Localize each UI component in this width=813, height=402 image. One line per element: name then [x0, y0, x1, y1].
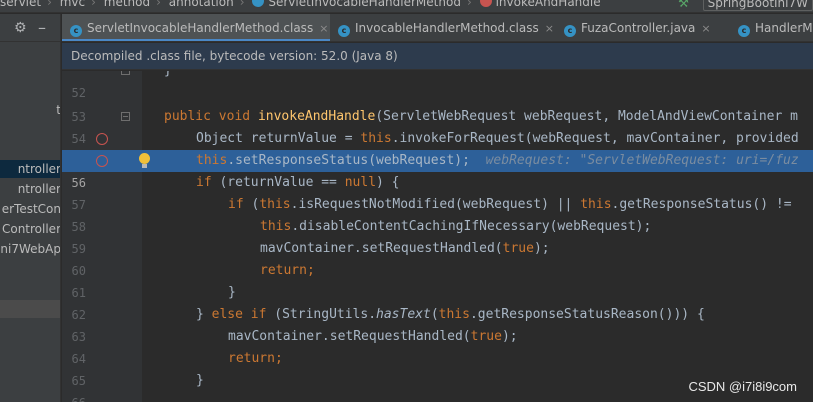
code-line[interactable]: 63 } else if (StringUtils.hasText(this.g…: [62, 304, 813, 344]
project-tree-item[interactable]: Controller: [0, 220, 60, 238]
gear-icon[interactable]: ⚙: [14, 20, 27, 36]
divider: [0, 41, 60, 42]
class-icon: c: [338, 25, 350, 37]
close-icon[interactable]: ×: [319, 22, 328, 35]
code-line[interactable]: 55 Object returnValue = this.invokeForRe…: [62, 128, 813, 168]
editor-tabs: c ServletInvocableHandlerMethod.class × cI…: [62, 14, 813, 42]
breadcrumb-item[interactable]: mvc: [60, 0, 85, 9]
tab-fuza-controller[interactable]: c FuzaController.java ×: [556, 14, 730, 41]
breadcrumb-item[interactable]: method: [104, 0, 150, 9]
tab-label: InvocableHandlerMethod.class: [355, 21, 539, 35]
project-tree-item[interactable]: [0, 300, 60, 318]
close-icon[interactable]: ×: [545, 22, 554, 35]
code-line[interactable]: 60 mavContainer.setRequestHandled(true);: [62, 238, 813, 278]
breadcrumb-item[interactable]: ServletInvocableHandlerMethod: [268, 0, 461, 9]
project-tree-item[interactable]: ini7WebAp: [0, 240, 60, 258]
breadcrumb-item[interactable]: invokeAndHandle: [496, 0, 601, 9]
run-config-select[interactable]: SpringBootIni7W: [702, 0, 813, 11]
current-execution-line[interactable]: 56 this.setResponseStatus(webRequest); w…: [62, 150, 813, 190]
class-icon: c: [70, 25, 82, 37]
code-line[interactable]: 53: [62, 84, 813, 124]
tab-handler-method[interactable]: c HandlerMet: [730, 14, 813, 41]
code-editor[interactable]: 52 } 53 54 public void invokeAndHandle(S…: [62, 71, 813, 402]
class-icon: c: [738, 25, 750, 37]
code-line[interactable]: 65 return;: [62, 348, 813, 388]
tab-invocable-handler-method[interactable]: c InvocableHandlerMethod.class ×: [330, 14, 556, 41]
watermark: CSDN @i7i8i9com: [688, 379, 797, 394]
collapse-icon[interactable]: –: [38, 18, 46, 37]
class-icon: c: [564, 25, 576, 37]
breadcrumb-item[interactable]: servlet: [0, 0, 41, 9]
tab-servlet-invocable-handler-method[interactable]: c ServletInvocableHandlerMethod.class ×: [62, 14, 330, 41]
inline-debug-value: webRequest: "ServletWebRequest: uri=/fuz: [485, 153, 799, 168]
code-line[interactable]: 57 if (returnValue == null) {: [62, 172, 813, 212]
method-icon: [479, 0, 492, 7]
decompiled-banner: Decompiled .class file, bytecode version…: [62, 43, 813, 70]
code-line[interactable]: 62 }: [62, 282, 813, 322]
build-hammer-icon[interactable]: ⚒: [678, 0, 689, 10]
breakpoint-icon[interactable]: [96, 133, 108, 145]
tab-label: ServletInvocableHandlerMethod.class: [87, 21, 314, 35]
code-line[interactable]: 52 }: [62, 71, 813, 100]
fold-icon[interactable]: [121, 71, 130, 75]
project-tree-item[interactable]: t: [0, 101, 60, 119]
code-line[interactable]: 59 this.disableContentCachingIfNecessary…: [62, 216, 813, 256]
code-line[interactable]: 64 mavContainer.setRequestHandled(true);: [62, 326, 813, 366]
fold-icon[interactable]: [121, 112, 130, 121]
close-icon[interactable]: ×: [701, 22, 710, 35]
code-line[interactable]: 58 if (this.isRequestNotModified(webRequ…: [62, 194, 813, 234]
breakpoint-icon[interactable]: [96, 155, 108, 167]
project-tree-item[interactable]: ntroller: [0, 160, 60, 178]
tab-label: FuzaController.java: [581, 21, 696, 35]
banner-text: Decompiled .class file, bytecode version…: [71, 49, 398, 63]
project-tree-item[interactable]: ntroller: [0, 180, 60, 198]
lightbulb-icon[interactable]: [139, 153, 150, 168]
line-number: 66: [62, 392, 86, 402]
class-icon: [252, 0, 265, 7]
tab-label: HandlerMet: [755, 21, 813, 35]
run-config-label: SpringBootIni7W: [707, 0, 808, 10]
project-panel: ⚙ – t ntroller ntroller erTestCon Contro…: [0, 14, 61, 402]
code-line[interactable]: 54 public void invokeAndHandle(ServletWe…: [62, 106, 813, 146]
breadcrumb: servlet › mvc › method › annotation › Servle…: [0, 0, 813, 13]
breadcrumb-item[interactable]: annotation: [169, 0, 234, 9]
project-tree-item[interactable]: erTestCon: [0, 200, 60, 218]
code-line[interactable]: 61 return;: [62, 260, 813, 300]
